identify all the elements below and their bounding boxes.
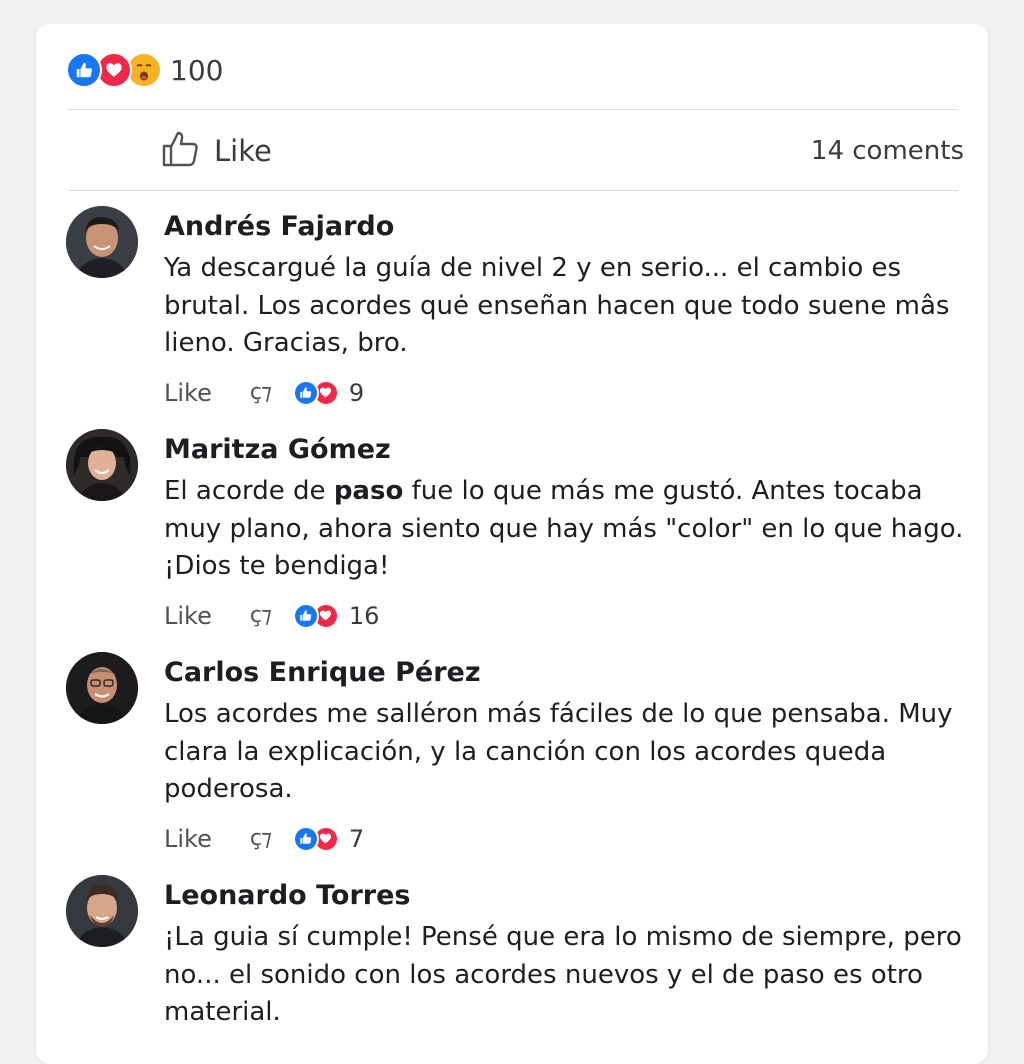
comment-actions: Like ҫ⁊ 7: [164, 819, 964, 859]
comment-text-bold: paso: [333, 476, 404, 506]
comment-text: Ya descargué la guía de nivel 2 y en ser…: [164, 253, 950, 358]
comment-like-button[interactable]: Like: [164, 379, 212, 407]
reactions-summary[interactable]: 100: [66, 50, 223, 90]
reaction-count: 16: [348, 601, 380, 630]
comment-author[interactable]: Andrés Fajardo: [164, 210, 964, 244]
reply-icon[interactable]: ҫ⁊: [250, 603, 272, 628]
thumbs-up-icon: [160, 129, 200, 173]
reaction-count: 7: [348, 824, 365, 853]
comment-actions: Like ҫ⁊ 16: [164, 596, 964, 636]
comment-like-button[interactable]: Like: [164, 602, 212, 630]
comment-reactions[interactable]: 16: [292, 601, 380, 630]
divider: [68, 190, 958, 191]
reaction-count: 9: [348, 378, 365, 407]
reply-icon[interactable]: ҫ⁊: [250, 380, 272, 405]
avatar[interactable]: [66, 429, 138, 501]
comment-author[interactable]: Carlos Enrique Pérez: [164, 656, 964, 690]
divider: [68, 109, 958, 110]
reactions-total[interactable]: 100: [170, 54, 223, 87]
comment-text: El acorde de paso fue lo que más me gust…: [164, 473, 964, 586]
avatar[interactable]: [66, 875, 138, 947]
comment-like-button[interactable]: Like: [164, 825, 212, 853]
like-reaction-icon: [66, 52, 102, 88]
comment-reactions[interactable]: 7: [292, 824, 365, 853]
comment-text: ¡La guia sí cumple! Pensé que era lo mis…: [164, 922, 962, 1027]
like-reaction-icon: [292, 825, 319, 852]
like-reaction-icon: [292, 602, 319, 629]
comments-count-link[interactable]: 14 coments: [811, 136, 964, 166]
like-label: Like: [214, 134, 272, 168]
reply-icon[interactable]: ҫ⁊: [250, 826, 272, 851]
like-reaction-icon: [292, 379, 319, 406]
comment-text-part: El acorde de: [164, 476, 334, 506]
comment-actions: Like ҫ⁊ 9: [164, 373, 964, 413]
avatar[interactable]: [66, 206, 138, 278]
comment-reactions[interactable]: 9: [292, 378, 365, 407]
comment-author[interactable]: Maritza Gómez: [164, 433, 964, 467]
avatar[interactable]: [66, 652, 138, 724]
comment-author[interactable]: Leonardo Torres: [164, 879, 964, 913]
like-button[interactable]: Like: [160, 128, 272, 174]
comment-text: Los acordes me salléron más fáciles de l…: [164, 699, 953, 804]
post-card: 100 Like 14 coments Andrés Fajardo Ya de…: [36, 24, 988, 1064]
